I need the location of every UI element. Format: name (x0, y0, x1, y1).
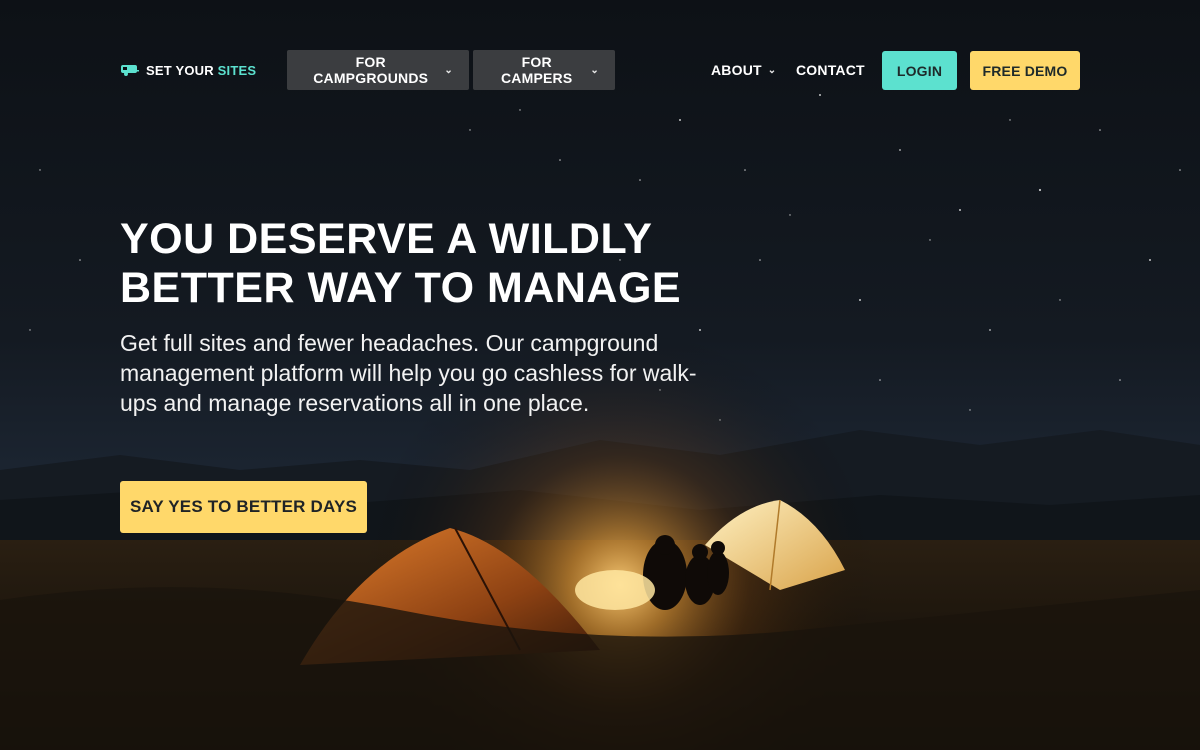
hero-subcopy: Get full sites and fewer headaches. Our … (120, 330, 697, 416)
chevron-down-icon: ⌄ (590, 64, 599, 76)
contact-link[interactable]: CONTACT (796, 60, 865, 80)
about-label: ABOUT (711, 62, 762, 78)
hero-headline: YOU DESERVE A WILDLY BETTER WAY TO MANAG… (120, 215, 740, 313)
top-navigation: SET YOUR SITES FOR CAMPGROUNDS ⌄ FOR CAM… (0, 0, 1200, 140)
free-demo-button[interactable]: FREE DEMO (970, 51, 1080, 90)
for-campgrounds-menu-button[interactable]: FOR CAMPGROUNDS ⌄ (287, 50, 469, 90)
login-button[interactable]: LOGIN (882, 51, 957, 90)
chevron-down-icon: ⌄ (444, 64, 453, 76)
for-campers-label: FOR CAMPERS (500, 54, 573, 86)
hero-headline-line1: YOU DESERVE A WILDLY (120, 215, 653, 263)
brand-name-accent: SITES (217, 62, 257, 78)
camper-trailer-icon (120, 63, 140, 77)
hero-headline-line2: BETTER WAY TO MANAGE (120, 264, 682, 312)
cta-button[interactable]: SAY YES TO BETTER DAYS (120, 481, 367, 533)
chevron-down-icon: ⌄ (767, 64, 777, 76)
brand-logo[interactable]: SET YOUR SITES (120, 60, 256, 80)
for-campers-menu-button[interactable]: FOR CAMPERS ⌄ (473, 50, 615, 90)
brand-name: SET YOUR (146, 62, 218, 78)
about-menu-link[interactable]: ABOUT ⌄ (711, 60, 776, 80)
for-campgrounds-label: FOR CAMPGROUNDS (313, 54, 429, 86)
contact-label: CONTACT (796, 62, 865, 78)
